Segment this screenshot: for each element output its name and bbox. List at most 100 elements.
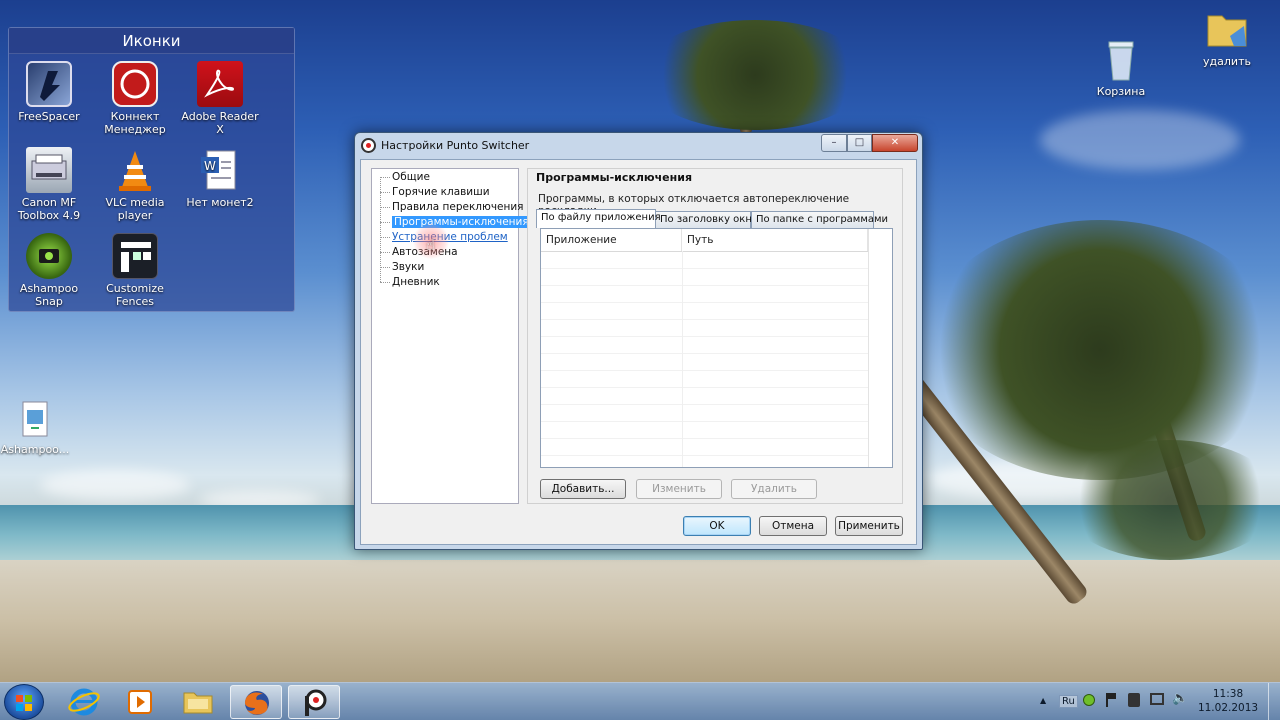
exclusions-panel: Программы-исключения Программы, в которы… [527,168,903,504]
flag-icon[interactable] [1106,693,1116,707]
ok-button[interactable]: OK [683,516,751,536]
media-file-icon [17,400,53,440]
list-gridline [541,438,868,439]
connect-manager-icon [112,61,158,107]
list-gridline [541,387,868,388]
window-title: Настройки Punto Switcher [381,139,530,152]
taskbar-media-player[interactable] [114,685,166,719]
taskbar-internet-explorer[interactable] [58,685,110,719]
desktop-icon-label: Adobe Reader X [181,110,259,136]
cancel-button[interactable]: Отмена [759,516,827,536]
language-indicator[interactable]: Ru [1059,695,1078,708]
desktop-icon-folder[interactable]: удалить [1185,6,1269,68]
add-button[interactable]: Добавить... [540,479,626,499]
taskbar-explorer[interactable] [172,685,224,719]
list-gridline [541,353,868,354]
column-header-path[interactable]: Путь [682,229,868,251]
fence-title: Иконки [9,28,294,54]
desktop-icon-ashampoo-file[interactable]: Ashampoo... [0,400,76,456]
media-player-icon [128,690,152,714]
desktop-icon-label: Нет монет2 [186,196,254,209]
clock-date: 11.02.2013 [1197,702,1259,714]
list-gridline [541,268,868,269]
list-gridline [541,336,868,337]
freespacer-icon [26,61,72,107]
desktop-icon-label: Canon MF Toolbox 4.9 [17,196,81,222]
panel-title: Программы-исключения [536,171,693,184]
recycle-bin-icon [1103,38,1139,82]
show-desktop-button[interactable] [1268,683,1280,720]
tab-by-window-title[interactable]: По заголовку окна [655,211,758,228]
power-plug-icon[interactable] [1128,693,1140,707]
desktop-icon-canon-toolbox[interactable]: Canon MF Toolbox 4.9 [7,147,91,222]
explorer-folder-icon [183,692,213,714]
list-gridline [541,285,868,286]
taskbar-punto-switcher[interactable] [288,685,340,719]
start-button[interactable] [4,684,44,720]
adobe-reader-icon [197,61,243,107]
exclusions-list[interactable]: Приложение Путь [540,228,893,468]
desktop-icon-label: Коннект Менеджер [104,110,166,136]
taskbar-clock[interactable]: 11:38 11.02.2013 [1196,687,1260,715]
tab-by-program-folder[interactable]: По папке с программами [751,211,888,228]
tree-item-exclusions[interactable]: Программы-исключения [380,215,531,230]
desktop-icon-freespacer[interactable]: FreeSpacer [7,61,91,123]
tree-item-hotkeys[interactable]: Горячие клавиши [380,185,490,200]
maximize-button[interactable]: □ [847,134,872,152]
desktop-icon-recycle-bin[interactable]: Корзина [1079,38,1163,98]
tree-item-diary[interactable]: Дневник [380,275,440,290]
word-document-icon: W [197,147,243,193]
list-gridline [541,421,868,422]
list-gridline [541,302,868,303]
desktop-icon-word-doc[interactable]: W Нет монет2 [178,147,262,209]
volume-icon[interactable]: 🔈 [1172,691,1188,706]
column-header-application[interactable]: Приложение [541,229,682,251]
close-button[interactable]: ✕ [872,134,918,152]
windows-logo-icon [16,695,32,711]
settings-tree[interactable]: Общие Горячие клавиши Правила переключен… [371,168,531,504]
desktop-icon-label: Ashampoo Snap [19,282,79,308]
desktop-icon-ashampoo-snap[interactable]: Ashampoo Snap [7,233,91,308]
ashampoo-tray-icon[interactable] [1083,694,1095,706]
desktop-icon-customize-fences[interactable]: Customize Fences [93,233,177,308]
vlc-icon [112,147,158,193]
desktop-icon-connect-manager[interactable]: Коннект Менеджер [93,61,177,136]
window-titlebar[interactable]: Настройки Punto Switcher – □ ✕ [355,133,922,159]
punto-settings-window: Настройки Punto Switcher – □ ✕ Общие Гор… [354,132,923,550]
list-gridline [541,404,868,405]
desktop-icon-label: Корзина [1096,85,1146,98]
network-icon[interactable] [1150,693,1164,705]
tree-item-general[interactable]: Общие [380,170,430,185]
list-gridline [541,251,868,252]
internet-explorer-icon [68,688,100,716]
minimize-button[interactable]: – [821,134,847,152]
taskbar: ▲ Ru 🔈 11:38 11.02.2013 [0,682,1280,720]
list-scrollbar[interactable] [868,229,892,467]
punto-switcher-icon [305,689,327,716]
desktop-icon-label: Ashampoo... [0,443,70,456]
desktop-icon-vlc[interactable]: VLC media player [93,147,177,222]
list-column-divider [682,251,683,467]
window-client: Общие Горячие клавиши Правила переключен… [360,159,917,545]
desktop-icon-label: удалить [1203,55,1251,68]
tree-item-switch-rules[interactable]: Правила переключения [380,200,524,215]
hand-cursor-icon: ☝ [426,236,436,254]
punto-switcher-icon [361,138,376,153]
fences-icon [112,233,158,279]
desktop-icon-label: Customize Fences [106,282,164,308]
edit-button[interactable]: Изменить [636,479,722,499]
tree-item-sounds[interactable]: Звуки [380,260,424,275]
apply-button[interactable]: Применить [835,516,903,536]
tab-by-app-file[interactable]: По файлу приложения [536,209,661,228]
list-gridline [541,319,868,320]
list-gridline [541,455,868,456]
clock-time: 11:38 [1212,688,1244,700]
svg-text:W: W [204,159,216,173]
desktop-icon-label: VLC media player [105,196,165,222]
desktop-icon-adobe-reader[interactable]: Adobe Reader X [178,61,262,136]
tray-expand-icon[interactable]: ▲ [1040,696,1046,705]
delete-button[interactable]: Удалить [731,479,817,499]
firefox-icon [245,691,269,715]
taskbar-firefox[interactable] [230,685,282,719]
ashampoo-snap-icon [26,233,72,279]
